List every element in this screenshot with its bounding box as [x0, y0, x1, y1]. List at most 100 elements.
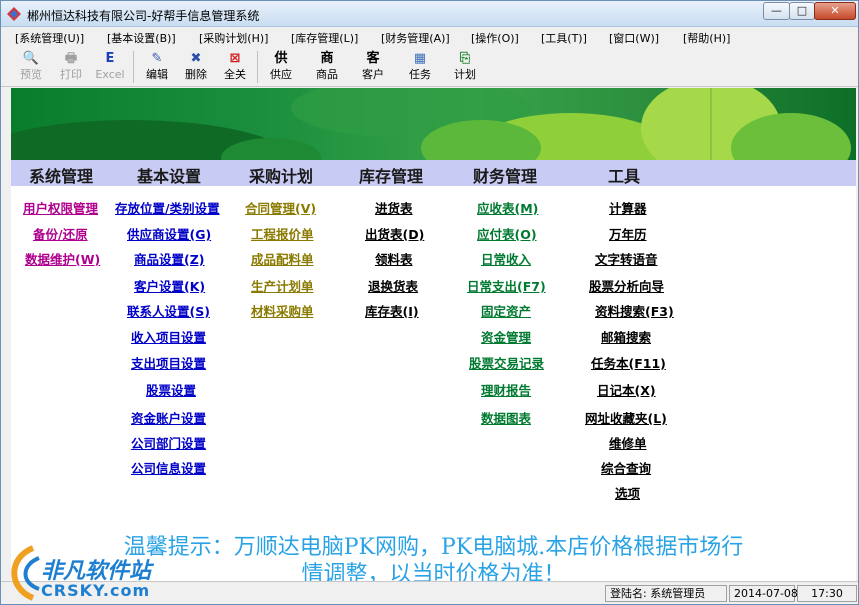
- link-contact-settings[interactable]: 联系人设置(S): [127, 301, 210, 320]
- task-icon: ▦: [413, 51, 427, 66]
- link-data-charts[interactable]: 数据图表: [481, 408, 531, 427]
- link-general-query[interactable]: 综合查询: [601, 458, 651, 477]
- customer-button[interactable]: 客 客户: [355, 48, 391, 85]
- link-shipment-sheet[interactable]: 出货表(D): [365, 224, 424, 243]
- delete-button[interactable]: ✖ 删除: [178, 48, 214, 85]
- edit-icon: ✎: [151, 51, 163, 66]
- link-email-search[interactable]: 邮箱搜索: [601, 327, 651, 346]
- status-user: 登陆名: 系统管理员: [605, 585, 727, 602]
- menu-system[interactable]: [系统管理(U)]: [15, 30, 84, 46]
- link-task-book[interactable]: 任务本(F11): [591, 353, 666, 372]
- menu-bar: [系统管理(U)] [基本设置(B)] [采购计划(H)] [库存管理(L)] …: [1, 27, 858, 47]
- close-all-icon: ⊠: [229, 51, 241, 66]
- print-button[interactable]: 🖶 打印: [53, 48, 89, 85]
- link-daily-income[interactable]: 日常收入: [481, 249, 531, 268]
- category-inventory: 库存管理: [359, 167, 424, 186]
- link-payables[interactable]: 应付表(O): [477, 224, 537, 243]
- link-material-requisition[interactable]: 领料表: [375, 249, 413, 268]
- plan-icon: ⎘: [459, 51, 471, 66]
- lotus-leaf-banner: [11, 88, 851, 160]
- watermark-logo: 非凡软件站 CRSKY.com: [1, 541, 166, 604]
- goods-button[interactable]: 商 商品: [309, 48, 345, 85]
- link-receivables[interactable]: 应收表(M): [477, 198, 538, 217]
- title-bar[interactable]: 郴州恒达科技有限公司-好帮手信息管理系统 — □ ✕: [1, 1, 858, 27]
- category-tools: 工具: [608, 167, 641, 186]
- link-fixed-assets[interactable]: 固定资产: [481, 301, 531, 320]
- link-storage-category[interactable]: 存放位置/类别设置: [115, 198, 220, 217]
- link-goods-settings[interactable]: 商品设置(Z): [134, 249, 205, 268]
- link-daily-expense[interactable]: 日常支出(F7): [467, 276, 546, 295]
- preview-label: 预览: [20, 68, 42, 81]
- link-stock-sheet[interactable]: 库存表(I): [365, 301, 419, 320]
- link-departments[interactable]: 公司部门设置: [131, 433, 206, 452]
- menu-purchase-plan[interactable]: [采购计划(H)]: [199, 30, 268, 46]
- link-calculator[interactable]: 计算器: [609, 198, 647, 217]
- link-stock-wizard[interactable]: 股票分析向导: [589, 276, 664, 295]
- goods-icon: 商: [320, 51, 334, 66]
- link-production-plan[interactable]: 生产计划单: [251, 276, 314, 295]
- status-date: 2014-07-08: [729, 585, 798, 602]
- menu-finance[interactable]: [财务管理(A)]: [381, 30, 450, 46]
- edit-label: 编辑: [146, 68, 168, 81]
- link-returns-sheet[interactable]: 退换货表: [368, 276, 418, 295]
- link-diary[interactable]: 日记本(X): [597, 380, 656, 399]
- category-finance: 财务管理: [473, 167, 538, 186]
- print-label: 打印: [60, 68, 82, 81]
- link-data-search[interactable]: 资料搜索(F3): [595, 301, 674, 320]
- link-income-items[interactable]: 收入项目设置: [131, 327, 206, 346]
- close-all-button[interactable]: ⊠ 全关: [217, 48, 253, 85]
- toolbar-separator: [133, 51, 134, 83]
- link-contract-management[interactable]: 合同管理(V): [245, 198, 316, 217]
- supply-button[interactable]: 供 供应: [263, 48, 299, 85]
- banner-image: [11, 88, 856, 160]
- link-options[interactable]: 选项: [615, 483, 640, 502]
- link-material-purchase[interactable]: 材料采购单: [251, 301, 314, 320]
- link-supplier-settings[interactable]: 供应商设置(G): [127, 224, 211, 243]
- link-calendar[interactable]: 万年历: [609, 224, 647, 243]
- main-window: 郴州恒达科技有限公司-好帮手信息管理系统 — □ ✕ [系统管理(U)] [基本…: [0, 0, 859, 605]
- link-bom-list[interactable]: 成品配料单: [251, 249, 314, 268]
- customer-icon: 客: [366, 51, 380, 66]
- task-label: 任务: [409, 68, 431, 81]
- link-purchase-sheet[interactable]: 进货表: [375, 198, 413, 217]
- task-button[interactable]: ▦ 任务: [402, 48, 438, 85]
- menu-help[interactable]: [帮助(H)]: [683, 30, 730, 46]
- category-purchase: 采购计划: [249, 167, 314, 186]
- plan-button[interactable]: ⎘ 计划: [447, 48, 483, 85]
- link-stock-trades[interactable]: 股票交易记录: [469, 353, 544, 372]
- menu-tools[interactable]: [工具(T)]: [541, 30, 587, 46]
- link-backup-restore[interactable]: 备份/还原: [33, 224, 88, 243]
- link-expense-items[interactable]: 支出项目设置: [131, 353, 206, 372]
- excel-icon: E: [105, 51, 115, 66]
- link-data-maintenance[interactable]: 数据维护(W): [25, 249, 100, 268]
- preview-button[interactable]: 🔍 预览: [13, 48, 49, 85]
- link-finance-report[interactable]: 理财报告: [481, 380, 531, 399]
- edit-button[interactable]: ✎ 编辑: [139, 48, 175, 85]
- link-customer-settings[interactable]: 客户设置(K): [134, 276, 205, 295]
- watermark-swirl-icon: [11, 545, 40, 601]
- customer-label: 客户: [362, 68, 384, 81]
- plan-label: 计划: [454, 68, 476, 81]
- menu-operation[interactable]: [操作(O)]: [471, 30, 519, 46]
- category-basic: 基本设置: [137, 167, 202, 186]
- menu-basic-settings[interactable]: [基本设置(B)]: [107, 30, 176, 46]
- close-button[interactable]: ✕: [814, 2, 856, 20]
- link-project-quote[interactable]: 工程报价单: [251, 224, 314, 243]
- delete-icon: ✖: [190, 51, 202, 66]
- excel-button[interactable]: E Excel: [92, 48, 128, 85]
- link-fund-management[interactable]: 资金管理: [481, 327, 531, 346]
- menu-inventory[interactable]: [库存管理(L)]: [291, 30, 358, 46]
- link-fund-accounts[interactable]: 资金账户设置: [131, 408, 206, 427]
- link-user-permissions[interactable]: 用户权限管理: [23, 198, 98, 217]
- link-bookmarks[interactable]: 网址收藏夹(L): [585, 408, 667, 427]
- minimize-button[interactable]: —: [763, 2, 790, 20]
- category-header: 系统管理 基本设置 采购计划 库存管理 财务管理 工具: [11, 160, 856, 186]
- close-all-label: 全关: [224, 68, 246, 81]
- maximize-button[interactable]: □: [789, 2, 815, 20]
- link-company-info[interactable]: 公司信息设置: [131, 458, 206, 477]
- supply-icon: 供: [274, 51, 288, 66]
- link-text-to-speech[interactable]: 文字转语音: [595, 249, 658, 268]
- menu-window[interactable]: [窗口(W)]: [609, 30, 659, 46]
- link-repair-order[interactable]: 维修单: [609, 433, 647, 452]
- link-stock-settings[interactable]: 股票设置: [146, 380, 196, 399]
